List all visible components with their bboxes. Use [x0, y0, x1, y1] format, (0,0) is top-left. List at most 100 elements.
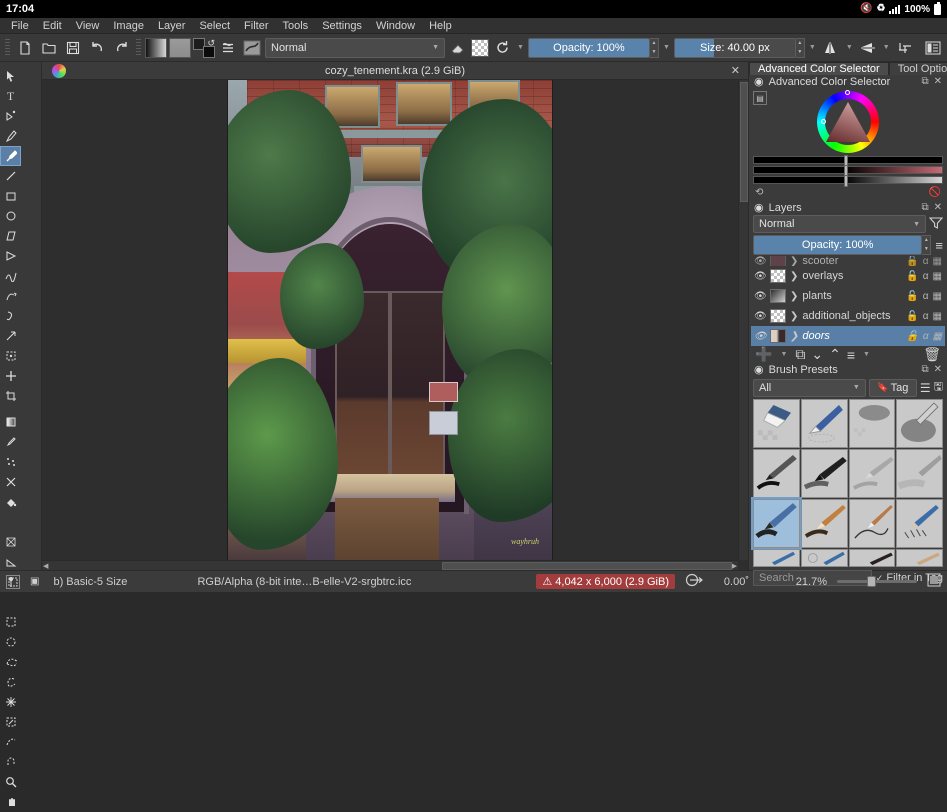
opacity-chevron-icon[interactable]: ▼ [661, 44, 672, 51]
tool-zoom[interactable] [0, 772, 21, 792]
save-document-icon[interactable] [62, 37, 84, 59]
layer-alpha-icon[interactable]: α [923, 271, 929, 282]
foreground-background-swatch[interactable]: ↺ [193, 37, 215, 58]
menu-help[interactable]: Help [422, 19, 459, 33]
undo-icon[interactable] [86, 37, 108, 59]
tool-freehand-selection[interactable] [0, 672, 21, 692]
menu-select[interactable]: Select [192, 19, 237, 33]
menu-settings[interactable]: Settings [315, 19, 369, 33]
tool-select-shapes[interactable] [0, 66, 21, 86]
clear-color-icon[interactable]: 🚫 [929, 187, 941, 198]
opacity-slider[interactable]: Opacity: 100% [527, 37, 650, 58]
tool-edit-shapes[interactable] [0, 106, 21, 126]
brush-preset-cell[interactable] [848, 499, 896, 548]
close-brush-presets-icon[interactable]: ✕ [934, 364, 942, 375]
tool-ellipse[interactable] [0, 206, 21, 226]
mask-icon[interactable]: ▣ [30, 576, 39, 587]
menu-tools[interactable]: Tools [276, 19, 316, 33]
layers-menu-icon[interactable]: ≡ [935, 238, 943, 253]
layer-lock-icon[interactable]: 🔓 [906, 311, 918, 322]
color-sliders[interactable] [753, 155, 943, 187]
horizontal-scrollbar[interactable]: ◀ ▶ [42, 560, 738, 570]
brush-save-icon[interactable]: 🖫 [934, 378, 943, 397]
artwork-canvas[interactable]: wayhruh [228, 80, 552, 560]
eraser-options-chevron-icon[interactable]: ▼ [515, 44, 526, 51]
tool-bezier-selection[interactable] [0, 732, 21, 752]
brush-preset-cell[interactable] [896, 499, 943, 548]
fit-page-icon[interactable] [685, 573, 705, 590]
preset-history-icon[interactable] [217, 37, 239, 59]
layer-name[interactable]: doors [802, 330, 902, 342]
brush-preset-cell[interactable] [848, 449, 896, 498]
brush-tag-button[interactable]: 🔖 Tag [868, 378, 917, 397]
rotation-label[interactable]: 0.00˚ [715, 576, 749, 588]
zoom-slider[interactable] [837, 576, 917, 587]
canvas-only-icon[interactable] [927, 573, 941, 590]
tool-dynamic-brush[interactable] [0, 306, 21, 326]
brush-presets-handle-icon[interactable]: ◉ [754, 363, 764, 376]
layer-group-icon[interactable]: ❯ [790, 291, 798, 302]
wrap-around-icon[interactable] [894, 37, 916, 59]
brush-preset-icon[interactable] [241, 37, 263, 59]
layer-opacity-slider[interactable]: Opacity: 100% [753, 235, 923, 255]
layer-inherit-icon[interactable]: ▦ [933, 256, 942, 266]
layer-inherit-icon[interactable]: ▦ [933, 311, 942, 322]
tool-assistant[interactable] [0, 532, 21, 552]
canvas-scroll-area[interactable]: wayhruh [42, 80, 738, 560]
tool-bezier-curve[interactable] [0, 266, 21, 286]
layer-visibility-icon[interactable]: 👁 [754, 311, 767, 322]
selection-mode-icon[interactable] [6, 574, 20, 589]
tool-contiguous-selection[interactable] [0, 692, 21, 712]
tool-line[interactable] [0, 166, 21, 186]
close-layers-icon[interactable]: ✕ [934, 202, 942, 213]
layer-blend-mode-select[interactable]: Normal ▼ [753, 215, 926, 233]
zoom-label[interactable]: 21.7% [787, 576, 827, 588]
layers-list[interactable]: 👁 ❯ scooter 🔓 α ▦ 👁 ❯ overlays 🔓 α ▦ 👁 ❯ pla… [749, 256, 947, 346]
menu-edit[interactable]: Edit [36, 19, 69, 33]
layer-group-icon[interactable]: ❯ [790, 311, 798, 322]
table-row[interactable]: 👁 ❯ plants 🔓 α ▦ [751, 286, 945, 306]
layer-inherit-icon[interactable]: ▦ [933, 271, 942, 282]
layer-name[interactable]: additional_objects [802, 310, 902, 322]
brush-preset-cell[interactable] [848, 549, 896, 567]
brush-preset-cell[interactable] [848, 399, 896, 448]
tool-calligraphy[interactable] [0, 126, 21, 146]
tool-elliptical-selection[interactable] [0, 632, 21, 652]
brush-preset-cell[interactable] [800, 549, 848, 567]
toolbar-grip-2[interactable] [136, 38, 141, 57]
float-layers-icon[interactable]: ⧉ [921, 202, 928, 213]
layer-alpha-icon[interactable]: α [923, 256, 929, 266]
layer-group-icon[interactable]: ❯ [790, 331, 798, 342]
tool-polygonal-selection[interactable] [0, 652, 21, 672]
tool-transform[interactable] [0, 346, 21, 366]
tool-rectangular-selection[interactable] [0, 612, 21, 632]
reload-preset-icon[interactable] [491, 37, 513, 59]
table-row[interactable]: 👁 ❯ additional_objects 🔓 α ▦ [751, 306, 945, 326]
close-docker-icon[interactable]: ✕ [934, 76, 942, 87]
color-slider-saturation[interactable] [753, 165, 943, 177]
hue-marker-2[interactable] [821, 119, 826, 124]
tool-magnetic-selection[interactable] [0, 752, 21, 772]
filter-icon[interactable] [928, 216, 944, 233]
add-layer-button[interactable]: ➕ [755, 346, 772, 363]
menu-filter[interactable]: Filter [237, 19, 275, 33]
layer-name[interactable]: scooter [802, 256, 902, 266]
move-layer-up-button[interactable]: ⌃ [829, 346, 841, 363]
float-brush-presets-icon[interactable]: ⧉ [921, 364, 928, 375]
brush-preset-cell[interactable] [753, 399, 800, 448]
tool-polygon[interactable] [0, 226, 21, 246]
duplicate-layer-button[interactable]: ⧉ [795, 346, 805, 363]
layer-visibility-icon[interactable]: 👁 [754, 271, 767, 282]
vertical-scroll-thumb[interactable] [740, 82, 748, 202]
tool-move[interactable] [0, 366, 21, 386]
brush-preset-grid[interactable] [749, 399, 947, 567]
tool-freehand-brush[interactable] [0, 146, 21, 166]
float-docker-icon[interactable]: ⧉ [921, 76, 928, 87]
size-chevron-icon[interactable]: ▼ [807, 44, 818, 51]
status-badge[interactable]: ⚠ 4,042 x 6,000 (2.9 GiB) [536, 574, 675, 589]
menu-view[interactable]: View [69, 19, 107, 33]
brush-preset-cell[interactable] [896, 549, 943, 567]
layer-name[interactable]: plants [802, 290, 902, 302]
scroll-right-icon[interactable]: ▶ [732, 562, 737, 570]
redo-icon[interactable] [110, 37, 132, 59]
